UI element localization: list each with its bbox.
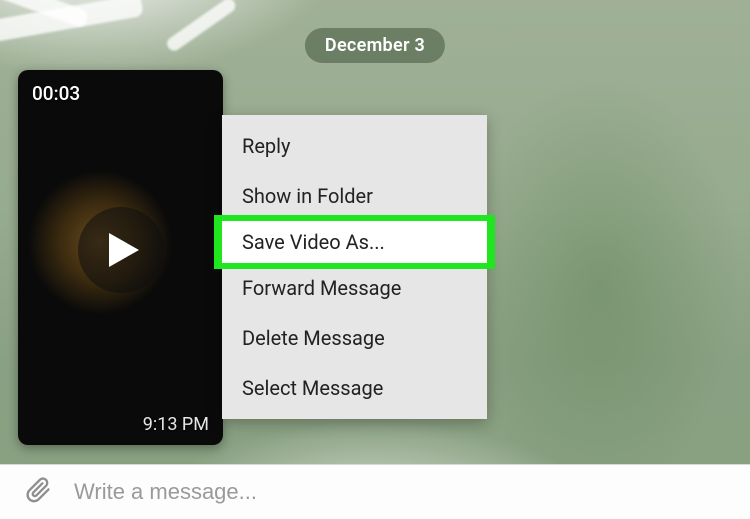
- play-button[interactable]: [78, 207, 164, 293]
- ctx-save-video-as[interactable]: Save Video As...: [214, 215, 495, 269]
- video-message[interactable]: 00:03 9:13 PM: [18, 70, 223, 445]
- message-input[interactable]: [74, 479, 726, 505]
- chat-area: December 3 00:03 9:13 PM Reply Show in F…: [0, 0, 750, 519]
- bg-decor: [164, 0, 238, 53]
- ctx-reply[interactable]: Reply: [222, 121, 487, 171]
- video-duration: 00:03: [32, 82, 80, 105]
- ctx-delete-message[interactable]: Delete Message: [222, 313, 487, 363]
- ctx-select-message[interactable]: Select Message: [222, 363, 487, 413]
- paperclip-icon[interactable]: [24, 476, 52, 508]
- ctx-show-in-folder[interactable]: Show in Folder: [222, 171, 487, 221]
- date-chip: December 3: [305, 28, 445, 63]
- composer: [0, 464, 750, 519]
- ctx-forward-message[interactable]: Forward Message: [222, 263, 487, 313]
- context-menu: Reply Show in Folder Save Video As... Fo…: [222, 115, 487, 419]
- video-sent-time: 9:13 PM: [143, 414, 209, 435]
- play-icon: [109, 233, 139, 267]
